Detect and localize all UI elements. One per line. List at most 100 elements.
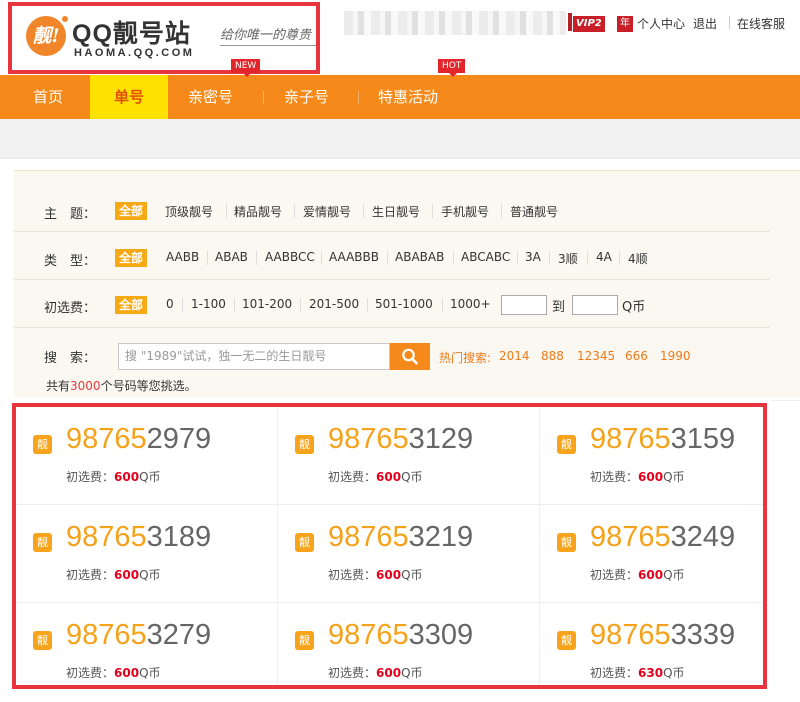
qq-number[interactable]: 987653279	[66, 619, 211, 652]
qq-number[interactable]: 987653339	[590, 619, 735, 652]
number-suffix: 3189	[146, 521, 212, 553]
price-unit: Q币	[139, 666, 161, 680]
filter-label-fee: 初选费：	[44, 301, 97, 316]
hot-search-keyword[interactable]: 888	[541, 349, 564, 363]
number-card[interactable]: 靓 987653279 初选费：600Q币	[16, 603, 278, 685]
number-price: 初选费：600Q币	[328, 664, 423, 681]
qq-number[interactable]: 987653189	[66, 521, 211, 554]
logo-slogan: 给你唯一的尊贵	[220, 28, 312, 43]
number-card[interactable]: 靓 987653159 初选费：600Q币	[540, 407, 763, 505]
number-price: 初选费：600Q币	[66, 468, 161, 485]
option-divider	[387, 251, 388, 265]
liang-badge-icon: 靓	[557, 533, 576, 552]
qq-number[interactable]: 987652979	[66, 423, 211, 456]
theme-option[interactable]: 顶级靓号	[165, 203, 213, 220]
hot-search-keyword[interactable]: 1990	[660, 349, 691, 363]
price-label: 初选费：	[328, 470, 377, 484]
option-divider	[453, 251, 454, 265]
price-label: 初选费：	[66, 568, 115, 582]
fee-option[interactable]: 101-200	[242, 297, 292, 311]
qq-number[interactable]: 987653309	[328, 619, 473, 652]
type-option[interactable]: 3A	[525, 250, 541, 264]
search-input[interactable]: 搜 "1989"试试，独一无二的生日靓号	[118, 343, 390, 370]
price-value: 600	[114, 470, 140, 484]
type-option[interactable]: 3顺	[558, 250, 578, 267]
nav-divider	[358, 91, 359, 104]
count-prefix: 共有	[46, 379, 71, 393]
new-tag: NEW	[231, 59, 261, 73]
type-option[interactable]: 4顺	[628, 250, 648, 267]
theme-option-all[interactable]: 全部	[115, 202, 148, 220]
search-button[interactable]	[390, 343, 430, 370]
qq-number[interactable]: 987653249	[590, 521, 735, 554]
number-card[interactable]: 靓 987653129 初选费：600Q币	[278, 407, 540, 505]
qq-number[interactable]: 987653129	[328, 423, 473, 456]
theme-option[interactable]: 手机靓号	[441, 203, 489, 220]
nav-item-promotions[interactable]: 特惠活动	[378, 75, 438, 119]
theme-option[interactable]: 生日靓号	[372, 203, 420, 220]
number-price: 初选费：600Q币	[66, 664, 161, 681]
qq-number[interactable]: 987653219	[328, 521, 473, 554]
type-option[interactable]: AABB	[166, 250, 199, 264]
fee-option[interactable]: 501-1000	[375, 297, 433, 311]
theme-option[interactable]: 爱情靓号	[303, 203, 351, 220]
hot-search-keyword[interactable]: 666	[625, 349, 648, 363]
filter-panel: 主 题： 全部 顶级靓号 精品靓号 爱情靓号 生日靓号 手机靓号 普通靓号 类 …	[14, 170, 800, 398]
type-option[interactable]: AAABBB	[329, 250, 379, 264]
theme-option[interactable]: 精品靓号	[234, 203, 282, 220]
number-card[interactable]: 靓 987653339 初选费：630Q币	[540, 603, 763, 685]
logo-title: QQ靓号站	[72, 20, 191, 48]
nav-item-intimate[interactable]: 亲密号	[188, 75, 233, 119]
liang-badge-icon: 靓	[295, 533, 314, 552]
online-service-link[interactable]: 在线客服	[737, 15, 785, 32]
type-option[interactable]: ABAB	[215, 250, 248, 264]
number-card[interactable]: 靓 987653219 初选费：600Q币	[278, 505, 540, 603]
number-prefix: 98765	[66, 619, 147, 651]
theme-option[interactable]: 普通靓号	[510, 203, 558, 220]
type-option[interactable]: ABCABC	[461, 250, 510, 264]
blurred-username	[344, 11, 566, 35]
nav-item-family[interactable]: 亲子号	[284, 75, 329, 119]
price-value: 600	[376, 568, 402, 582]
number-price: 初选费：600Q币	[590, 468, 685, 485]
nav-item-single[interactable]: 单号	[90, 75, 168, 119]
type-option[interactable]: ABABAB	[395, 250, 444, 264]
number-prefix: 98765	[328, 423, 409, 455]
fee-max-input[interactable]	[572, 295, 618, 315]
nav-item-home[interactable]: 首页	[33, 75, 63, 119]
fee-min-input[interactable]	[501, 295, 547, 315]
site-logo[interactable]: 靓! QQ靓号站 HAOMA.QQ.COM 给你唯一的尊贵	[8, 2, 320, 74]
number-price: 初选费：600Q币	[66, 566, 161, 583]
number-card[interactable]: 靓 987653249 初选费：600Q币	[540, 505, 763, 603]
type-option[interactable]: 4A	[596, 250, 612, 264]
fee-option[interactable]: 0	[166, 297, 174, 311]
filter-label-type: 类 型：	[44, 254, 97, 269]
grid-overflow-column	[771, 400, 800, 690]
number-card[interactable]: 靓 987652979 初选费：600Q币	[16, 407, 278, 505]
type-option-all[interactable]: 全部	[115, 249, 148, 267]
price-unit: Q币	[663, 666, 685, 680]
number-suffix: 3339	[670, 619, 736, 651]
option-divider	[549, 251, 550, 265]
option-divider	[300, 298, 301, 312]
number-suffix: 3219	[408, 521, 474, 553]
user-center-link[interactable]: 个人中心	[637, 15, 685, 32]
hot-search-keyword[interactable]: 12345	[577, 349, 615, 363]
number-suffix: 3279	[146, 619, 212, 651]
number-card[interactable]: 靓 987653309 初选费：600Q币	[278, 603, 540, 685]
option-divider	[442, 298, 443, 312]
qq-number[interactable]: 987653159	[590, 423, 735, 456]
hot-search-keyword[interactable]: 2014	[499, 349, 530, 363]
filter-row-theme: 主 题： 全部 顶级靓号 精品靓号 爱情靓号 生日靓号 手机靓号 普通靓号	[14, 186, 769, 232]
fee-option-all[interactable]: 全部	[115, 296, 148, 314]
fee-option[interactable]: 1000+	[450, 297, 491, 311]
logout-link[interactable]: 退出	[693, 15, 717, 32]
fee-option[interactable]: 1-100	[191, 297, 226, 311]
site-header: 靓! QQ靓号站 HAOMA.QQ.COM 给你唯一的尊贵 VIP2 年 个人中…	[0, 0, 800, 75]
number-card[interactable]: 靓 987653189 初选费：600Q币	[16, 505, 278, 603]
type-option[interactable]: AABBCC	[265, 250, 315, 264]
fee-option[interactable]: 201-500	[309, 297, 359, 311]
option-divider	[234, 298, 235, 312]
logo-badge-icon: 靓!	[26, 16, 66, 56]
option-divider	[367, 298, 368, 312]
